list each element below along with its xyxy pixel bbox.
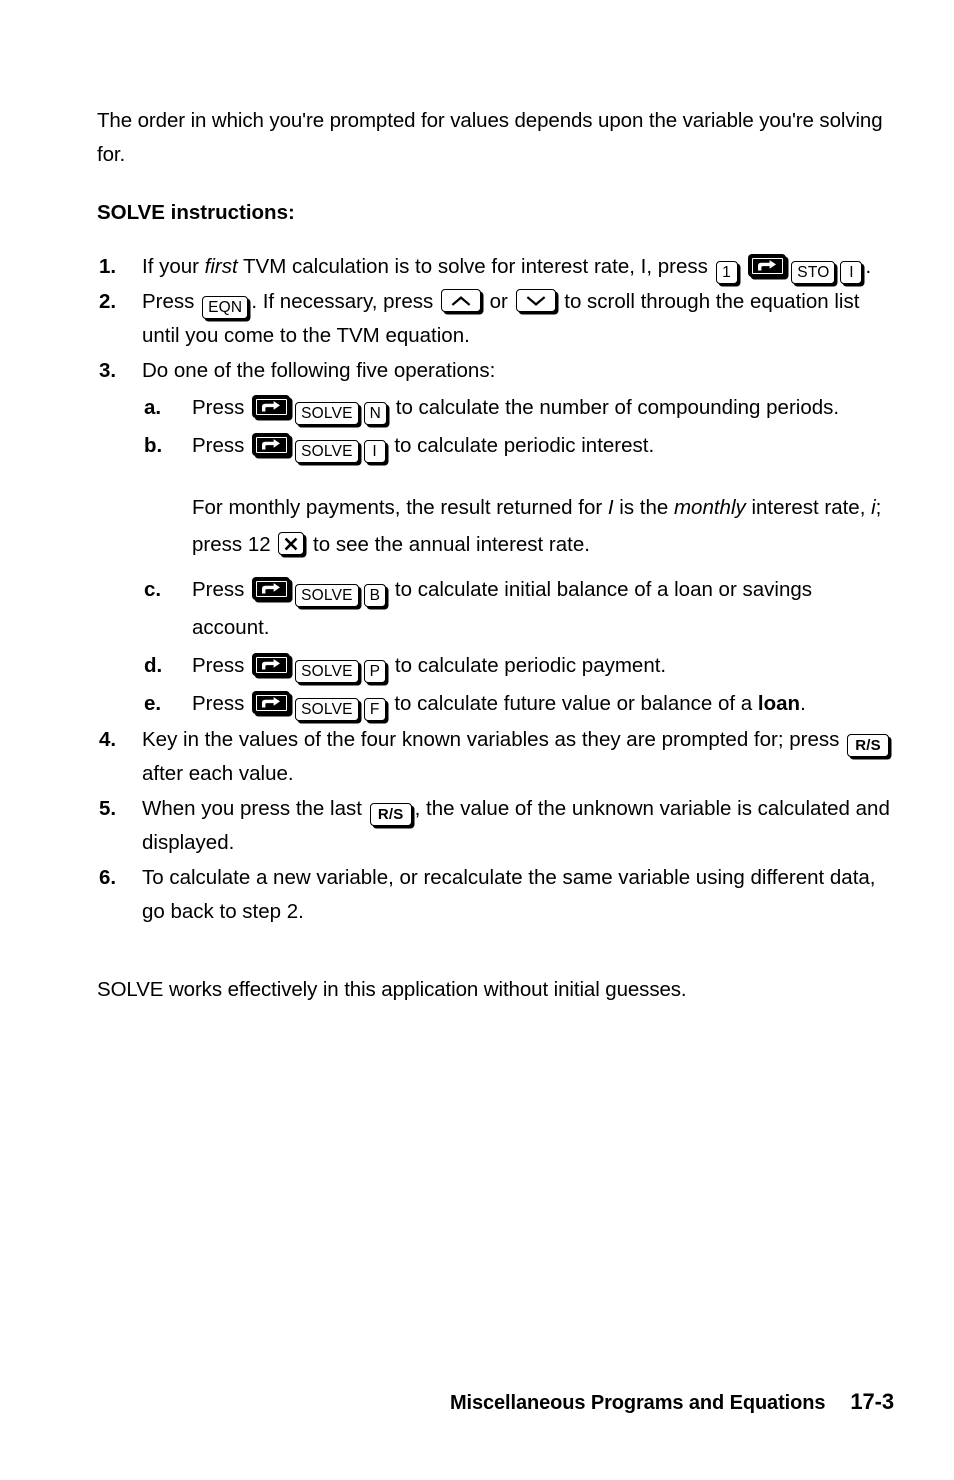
step-text-a: Key in the values of the four known vari… bbox=[142, 728, 846, 751]
key-solve[interactable]: SOLVE bbox=[295, 402, 359, 425]
list-item-step-5: 5. When you press the last R/S, the valu… bbox=[97, 792, 893, 860]
substep-text: to calculate initial balance of a loan o… bbox=[394, 578, 812, 601]
step-emphasis: first bbox=[204, 255, 238, 278]
note-text-e: to see the annual interest rate. bbox=[307, 533, 590, 556]
step-text-a: Press bbox=[142, 290, 201, 313]
page-number: 17-3 bbox=[850, 1389, 894, 1414]
substep-press-label: Press bbox=[192, 396, 245, 419]
step-text-a: When you press the last bbox=[142, 797, 368, 820]
substep-text-end: . bbox=[800, 692, 806, 715]
note-italic-monthly: monthly bbox=[673, 496, 746, 519]
page-footer: Miscellaneous Programs and Equations 17-3 bbox=[0, 1389, 894, 1415]
step-marker: 3. bbox=[99, 359, 117, 382]
key-run-stop[interactable]: R/S bbox=[847, 734, 890, 757]
key-run-stop[interactable]: R/S bbox=[369, 803, 412, 826]
note-text-b: is the bbox=[613, 496, 674, 519]
list-item-step-4: 4. Key in the values of the four known v… bbox=[97, 723, 893, 791]
key-variable-p[interactable]: P bbox=[363, 660, 387, 683]
key-sto[interactable]: STO bbox=[791, 261, 836, 284]
key-variable-n[interactable]: N bbox=[363, 402, 388, 425]
step-marker: 6. bbox=[99, 866, 117, 889]
key-solve[interactable]: SOLVE bbox=[295, 440, 359, 463]
shift-key-icon[interactable] bbox=[252, 433, 291, 456]
key-i[interactable]: I bbox=[840, 261, 863, 284]
key-one[interactable]: 1 bbox=[715, 261, 738, 284]
substep-marker: e. bbox=[144, 692, 162, 715]
step-text-c: . bbox=[865, 255, 872, 278]
monthly-rate-note: For monthly payments, the result returne… bbox=[192, 489, 893, 563]
closing-paragraph: SOLVE works effectively in this applicat… bbox=[97, 978, 687, 1001]
solve-instructions-list: 1. If your first TVM calculation is to s… bbox=[97, 250, 893, 929]
key-solve[interactable]: SOLVE bbox=[295, 660, 359, 683]
substep-marker: a. bbox=[144, 396, 162, 419]
substep-press-label: Press bbox=[192, 578, 245, 601]
step-text-a: To calculate a new variable, or recalcul… bbox=[142, 866, 876, 923]
substep-text: to calculate the number of compounding p… bbox=[395, 396, 840, 419]
note-text-a: For monthly payments, the result returne… bbox=[192, 496, 608, 519]
step-text-b: TVM calculation is to solve for interest… bbox=[237, 255, 714, 278]
key-solve[interactable]: SOLVE bbox=[295, 584, 359, 607]
list-item-step-6: 6. To calculate a new variable, or recal… bbox=[97, 861, 893, 929]
list-item-step-1: 1. If your first TVM calculation is to s… bbox=[97, 250, 893, 284]
up-arrow-icon[interactable] bbox=[440, 289, 481, 312]
substep-text: to calculate future value or balance of … bbox=[394, 692, 758, 715]
step-marker: 4. bbox=[99, 728, 117, 751]
shift-key-icon[interactable] bbox=[252, 653, 291, 676]
step-marker: 5. bbox=[99, 797, 117, 820]
substep-text-line2: account. bbox=[192, 616, 270, 639]
list-item-substep-b: b. Press SOLVE I to calculate periodic in… bbox=[144, 427, 893, 465]
substep-text: to calculate periodic interest. bbox=[394, 434, 655, 457]
substep-text-bold: loan bbox=[757, 692, 801, 715]
substep-press-label: Press bbox=[192, 434, 245, 457]
step-marker: 1. bbox=[99, 255, 117, 278]
footer-title: Miscellaneous Programs and Equations bbox=[449, 1392, 826, 1414]
key-variable-f[interactable]: F bbox=[363, 698, 386, 721]
list-item-step-2: 2. Press EQN. If necessary, press or to … bbox=[97, 285, 893, 353]
key-solve[interactable]: SOLVE bbox=[295, 698, 359, 721]
key-eqn[interactable]: EQN bbox=[202, 296, 249, 319]
substep-text: to calculate periodic payment. bbox=[394, 654, 667, 677]
list-item-step-3: 3. Do one of the following five operatio… bbox=[97, 354, 893, 388]
multiply-key-icon[interactable] bbox=[278, 532, 305, 555]
step-text-b: after each value. bbox=[142, 762, 294, 785]
shift-key-icon[interactable] bbox=[252, 577, 291, 600]
list-item-substep-c: c. Press SOLVE B to calculate initial bal… bbox=[144, 571, 893, 647]
step-text-a: Do one of the following five operations: bbox=[142, 359, 496, 382]
page-content: The order in which you're prompted for v… bbox=[97, 104, 893, 1007]
key-variable-i[interactable]: I bbox=[363, 440, 386, 463]
intro-paragraph: The order in which you're prompted for v… bbox=[97, 109, 883, 166]
step-text-c: or bbox=[483, 290, 514, 313]
substep-marker: d. bbox=[144, 654, 163, 677]
down-arrow-icon[interactable] bbox=[515, 289, 556, 312]
substep-line-1: Press SOLVE B to calculate initial balanc… bbox=[192, 571, 893, 609]
step-marker: 2. bbox=[99, 290, 117, 313]
shift-key-icon[interactable] bbox=[748, 254, 787, 277]
substep-press-label: Press bbox=[192, 692, 245, 715]
substep-marker: b. bbox=[144, 434, 163, 457]
shift-key-icon[interactable] bbox=[252, 395, 291, 418]
step-text-a: If your bbox=[142, 255, 205, 278]
section-heading: SOLVE instructions: bbox=[97, 201, 295, 224]
list-item-substep-a: a. Press SOLVE N to calculate the number … bbox=[144, 389, 893, 427]
key-variable-b[interactable]: B bbox=[363, 584, 387, 607]
step-text-b: . If necessary, press bbox=[251, 290, 439, 313]
shift-key-icon[interactable] bbox=[252, 691, 291, 714]
sub-operations-list: a. Press SOLVE N to calculate the number … bbox=[97, 389, 893, 723]
note-text-c: interest rate, bbox=[745, 496, 872, 519]
list-item-substep-e: e. Press SOLVE F to calculate future valu… bbox=[144, 685, 893, 723]
substep-marker: c. bbox=[144, 578, 162, 601]
list-item-substep-d: d. Press SOLVE P to calculate periodic pa… bbox=[144, 647, 893, 685]
document-page: The order in which you're prompted for v… bbox=[0, 0, 954, 1480]
substep-press-label: Press bbox=[192, 654, 245, 677]
